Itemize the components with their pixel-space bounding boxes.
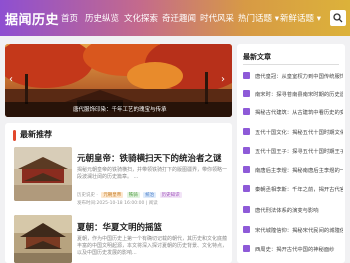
article-icon [243,108,250,115]
article-thumbnail[interactable] [14,147,72,201]
sidebar-item-label[interactable]: 西周史：揭开古代中国的神秘面纱 [255,245,343,253]
article-title[interactable]: 夏朝：华夏文明的摇篮 [77,221,162,233]
article-icon [243,90,250,97]
sidebar-item[interactable]: 南唐后主李煜：揭秘南唐后主李煜的一生 [243,165,343,175]
article-icon [243,166,250,173]
slider-caption-bar: 唐代服饰印染：千年工艺的瑰宝与传承 [5,102,232,117]
nav-era[interactable]: 时代风采 [200,12,234,24]
sidebar-item-label[interactable]: 秦朝丞相李斯：千年之前，揭开古代官制变迁 [255,185,343,193]
sidebar-item[interactable]: 唐代皇冠：从皇室权力到中国传统服饰 [243,71,343,81]
sidebar-item[interactable]: 唐代刑法体系的演变与影响 [243,205,343,215]
site-logo[interactable]: 据闻历史 [5,9,59,28]
slider-next-icon[interactable]: › [221,74,225,85]
article-icon [243,72,250,79]
sidebar-item-label[interactable]: 南宋时：探寻苍南县南宋时期的历史遗迹 [255,90,343,98]
nav-new-topics[interactable]: 新鲜话题 ▾ [280,12,321,24]
sidebar-item-label[interactable]: 宋代城隍信仰：揭秘宋代民间的城隍信仰 [255,226,343,234]
sidebar-item[interactable]: 宋代城隍信仰：揭秘宋代民间的城隍信仰 [243,225,343,235]
latest-recommendations: 最新推荐 元朝皇帝：铁骑横扫天下的统治者之谜 揭秘元朝皇帝的铁骑横扫，并带领铁骑… [5,123,232,263]
article-excerpt: 揭秘元朝皇帝的铁骑横扫，并带领铁骑打下的版图疆界，带你领略一段波澜壮阔的历史篇章… [77,167,228,180]
article-date: 发布时间:2025-10-18 16:00:00 | 阅读 [77,201,158,206]
slider-caption[interactable]: 唐代服饰印染：千年工艺的瑰宝与传承 [73,105,167,113]
sidebar-item-label[interactable]: 南唐后主李煜：揭秘南唐后主李煜的一生 [255,166,343,174]
article-icon [243,128,250,135]
featured-slider[interactable]: ‹ › 唐代服饰印染：千年工艺的瑰宝与传承 [5,44,232,117]
sidebar-divider [243,64,339,65]
article-icon [243,206,250,213]
palace-image [14,147,72,201]
sidebar-item[interactable]: 秦朝丞相李斯：千年之前，揭开古代官制变迁 [243,184,343,194]
sidebar-item[interactable]: 南宋时：探寻苍南县南宋时期的历史遗迹 [243,89,343,99]
sidebar-item-label[interactable]: 唐代刑法体系的演变与影响 [255,206,343,214]
sidebar-item[interactable]: 揭秘古代建筑：从古建筑中看历史的变迁 [243,107,343,117]
article-thumbnail[interactable] [14,215,72,263]
article-icon [243,245,250,252]
slider-prev-icon[interactable]: ‹ [9,74,13,85]
sidebar-title: 最新文章 [243,53,271,61]
article-title[interactable]: 元朝皇帝：铁骑横扫天下的统治者之谜 [77,152,222,164]
sidebar-item[interactable]: 五代十国文化：揭秘五代十国时期文化的繁荣 [243,127,343,137]
pavilion-image [14,215,72,263]
sidebar-item[interactable]: 五代十国王子：探寻五代十国时期王子的命运 [243,146,343,156]
sidebar-item-label[interactable]: 唐代皇冠：从皇室权力到中国传统服饰 [255,72,343,80]
article-icon [243,147,250,154]
sidebar-latest-articles: 最新文章 唐代皇冠：从皇室权力到中国传统服饰 南宋时：探寻苍南县南宋时期的历史遗… [237,44,345,263]
sidebar-item[interactable]: 西周史：揭开古代中国的神秘面纱 [243,244,343,254]
sidebar-item-label[interactable]: 揭秘古代建筑：从古建筑中看历史的变迁 [255,108,343,116]
article-tag[interactable]: 元朝皇帝 [101,192,124,198]
article-excerpt: 夏朝，作为中国历史上第一个有确切记载的朝代，其历史和文化底蕴丰富的中国文明起源，… [77,236,228,256]
article-author[interactable]: 历史说史 · [77,193,98,198]
article-tag[interactable]: 铁骑 [126,192,140,198]
nav-home[interactable]: 首页 [61,12,78,24]
article-tag[interactable]: 历史知识 [159,192,182,198]
nav-hot-topics[interactable]: 热门话题 ▾ [238,12,279,24]
sidebar-item-label[interactable]: 五代十国王子：探寻五代十国时期王子的命运 [255,147,343,155]
article-icon [243,226,250,233]
nav-history-overview[interactable]: 历史纵览 [85,12,119,24]
article-meta: 历史说史 · 元朝皇帝 铁骑 统治 历史知识 [77,192,182,198]
article-tag[interactable]: 统治 [143,192,157,198]
nav-anecdotes[interactable]: 奇迁趣闻 [162,12,196,24]
site-header: 据闻历史 首页 历史纵览 文化探索 奇迁趣闻 时代风采 热门话题 ▾ 新鲜话题 … [0,0,350,36]
article-icon [243,185,250,192]
nav-culture[interactable]: 文化探索 [124,12,158,24]
section-accent-bar [13,130,16,141]
section-title: 最新推荐 [20,130,52,139]
search-button[interactable] [330,10,346,26]
sidebar-item-label[interactable]: 五代十国文化：揭秘五代十国时期文化的繁荣 [255,128,343,136]
search-icon [333,13,343,23]
